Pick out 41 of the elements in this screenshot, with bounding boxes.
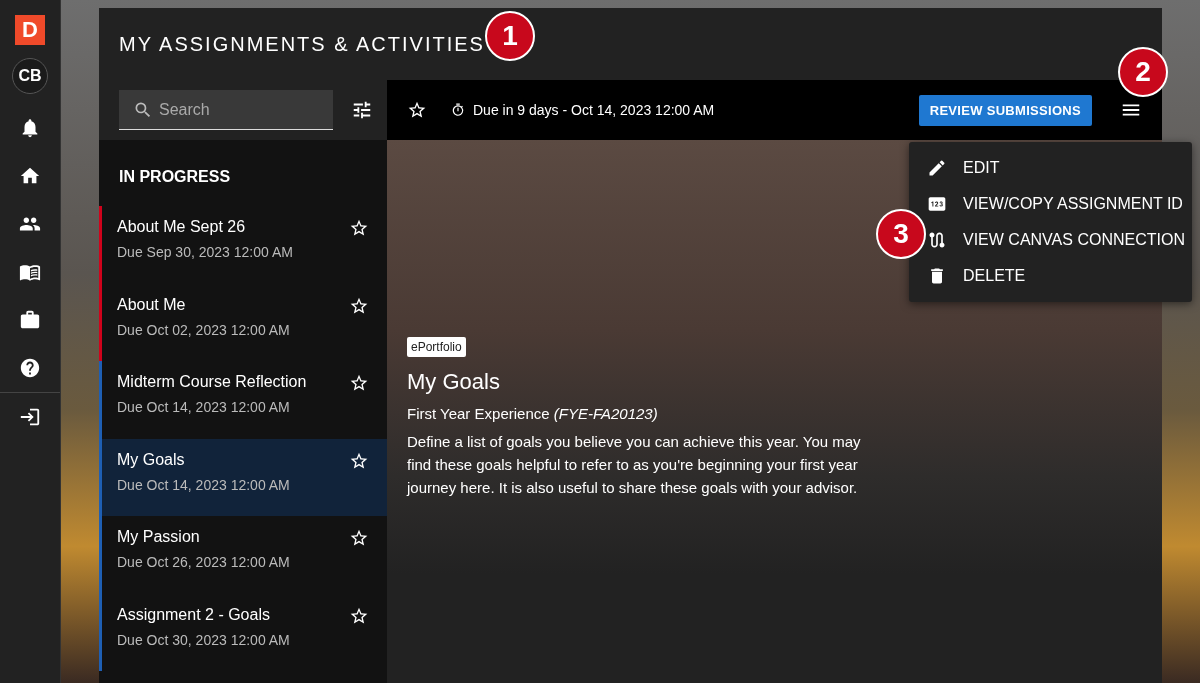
timer-icon [451,103,465,117]
due-date: Due Oct 26, 2023 12:00 AM [117,554,291,570]
menu-item[interactable]: EDIT [927,150,1192,186]
assignment-title: Assignment 2 - Goals [117,605,271,624]
due-date: Due Oct 14, 2023 12:00 AM [117,476,291,493]
filter-icon[interactable] [351,99,373,121]
assignment-title: About Me [117,295,187,314]
sign-in-icon[interactable] [19,406,41,428]
assignment-description: Define a list of goals you believe you can achieve this year. You may find these goals helpful to refer to as you're beginning your first year journey here. It is also useful to share these goals with your advisor. [407,432,862,498]
number-tag-icon [927,194,947,214]
menu-item[interactable]: VIEW/COPY ASSIGNMENT ID [927,186,1192,222]
due-date: Due Oct 02, 2023 12:00 AM [117,321,291,338]
route-icon [927,230,947,250]
app-logo[interactable]: D [15,15,45,45]
assignment-title: About Me Sept 26 [117,218,247,236]
assignment-item[interactable]: My Goals Due Oct 14, 2023 12:00 AM [99,438,387,516]
due-date: Due Oct 30, 2023 12:00 AM [117,631,291,648]
review-submissions-button[interactable]: REVIEW SUBMISSIONS [918,94,1092,126]
assignment-title: My Goals [117,450,186,469]
assignment-heading: My Goals [407,369,500,395]
due-date: Due Oct 14, 2023 12:00 AM [117,399,291,415]
assignment-title: Midterm Course Reflection [117,373,308,391]
section-heading: IN PROGRESS [118,167,232,187]
pencil-icon [927,158,947,178]
category-tag: ePortfolio [407,337,466,357]
user-avatar[interactable]: CB [12,58,48,94]
menu-item[interactable]: DELETE [927,258,1192,294]
help-icon[interactable] [19,357,41,379]
course-name: First Year Experience (FYE-FA20123) [407,405,658,422]
search-icon [133,100,153,120]
star-icon[interactable] [349,373,369,393]
due-date: Due Sep 30, 2023 12:00 AM [117,244,294,260]
briefcase-icon[interactable] [19,309,41,331]
search-field[interactable]: Search [119,90,333,130]
panel-title: MY ASSIGNMENTS & ACTIVITIES [119,32,485,56]
menu-item[interactable]: VIEW CANVAS CONNECTION [927,222,1192,258]
assignment-title: My Passion [117,528,201,546]
star-icon[interactable] [349,218,369,238]
due-info: Due in 9 days - Oct 14, 2023 12:00 AM [473,102,715,118]
star-icon[interactable] [349,528,369,548]
star-icon[interactable] [407,100,427,120]
